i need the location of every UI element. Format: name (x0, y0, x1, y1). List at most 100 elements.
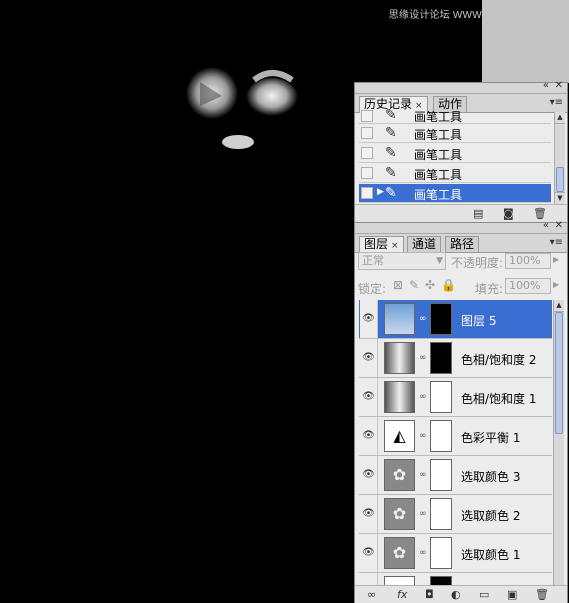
new-document-from-state-icon[interactable]: ▤ (473, 207, 483, 220)
group-folder-icon[interactable]: ▭ (479, 588, 489, 601)
tab-layers[interactable]: 图层 × (359, 236, 404, 253)
history-panel-titlebar[interactable]: « ✕ (355, 80, 567, 94)
chain-link-icon[interactable]: ∞ (419, 509, 427, 519)
tab-paths-label: 路径 (450, 237, 475, 251)
chain-link-icon[interactable]: ∞ (419, 470, 427, 480)
chain-link-icon[interactable]: ∞ (419, 314, 427, 324)
history-item-selected[interactable]: ▶ ✎ 画笔工具 (359, 184, 551, 203)
history-item[interactable]: ✎ 画笔工具 (359, 144, 551, 163)
adjustment-layer-icon[interactable]: ◐ (451, 588, 461, 601)
layer-row-selected[interactable]: 👁 ∞ 图层 5 (359, 300, 552, 339)
panel-menu-icon[interactable]: ▾≡ (550, 97, 563, 108)
layer-mask-thumbnail[interactable] (430, 381, 452, 413)
lock-position-icon[interactable]: ✣ (425, 278, 435, 292)
adjustment-thumbnail-selective-color-icon[interactable]: ✿ (384, 459, 415, 491)
panel-menu-icon[interactable]: ▾≡ (550, 237, 563, 248)
history-item[interactable]: ✎ 画笔工具 (359, 164, 551, 183)
brush-icon: ✎ (385, 145, 397, 161)
snapshot-source-box[interactable] (361, 187, 373, 199)
layer-mask-thumbnail[interactable] (430, 303, 452, 335)
new-layer-icon[interactable]: ▣ (507, 588, 517, 601)
adjustment-thumbnail-hue-icon[interactable] (384, 381, 415, 413)
tab-layers-label: 图层 (364, 237, 389, 251)
history-item-label: 画笔工具 (414, 128, 463, 142)
fill-label: 填充: (475, 282, 504, 296)
eye-icon[interactable]: 👁 (360, 300, 378, 338)
tab-channels[interactable]: 通道 (407, 236, 442, 252)
blend-mode-select[interactable]: 正常 ▼ (358, 252, 446, 270)
tab-paths[interactable]: 路径 (445, 236, 480, 252)
scroll-up-icon[interactable]: ▲ (554, 300, 564, 312)
close-icon[interactable]: ✕ (555, 80, 563, 91)
scrollbar-thumb[interactable] (556, 167, 564, 192)
lock-label: 锁定: (358, 282, 387, 296)
layer-thumbnail[interactable] (384, 303, 415, 335)
brush-icon: ✎ (385, 165, 397, 181)
layer-mask-thumbnail[interactable] (430, 459, 452, 491)
trash-icon[interactable]: 🗑 (533, 207, 547, 220)
close-icon[interactable]: ✕ (555, 220, 563, 231)
layers-panel-titlebar[interactable]: « ✕ (355, 220, 567, 234)
adjustment-thumbnail-selective-color-icon[interactable]: ✿ (384, 498, 415, 530)
layer-mask-thumbnail[interactable] (430, 498, 452, 530)
tab-close-icon[interactable]: × (391, 241, 399, 251)
layer-mask-thumbnail[interactable] (430, 342, 452, 374)
layer-row[interactable]: 👁 ✿ ∞ 选取颜色 1 (359, 534, 552, 573)
layer-row[interactable]: 👁 ∞ 色相/饱和度 1 (359, 378, 552, 417)
chain-link-icon[interactable]: ∞ (419, 392, 427, 402)
layer-row[interactable]: 👁 ∞ 色相/饱和度 2 (359, 339, 552, 378)
history-scrollbar[interactable]: ▲ ▼ (554, 112, 565, 205)
layer-mask-thumbnail[interactable] (430, 420, 452, 452)
lock-transparent-icon[interactable]: ⊠ (393, 278, 403, 292)
fill-field[interactable]: 100% (505, 278, 551, 294)
opacity-field[interactable]: 100% (505, 253, 551, 269)
layer-row[interactable]: 👁 ✿ ∞ 选取颜色 2 (359, 495, 552, 534)
layer-name[interactable]: 色彩平衡 1 (461, 429, 520, 446)
layer-name[interactable]: 选取颜色 2 (461, 507, 520, 524)
eye-icon[interactable]: 👁 (360, 495, 378, 533)
adjustment-thumbnail-selective-color-icon[interactable]: ✿ (384, 537, 415, 569)
snapshot-source-box[interactable] (361, 167, 373, 179)
layer-row[interactable]: 👁 ◭ ∞ 色彩平衡 1 (359, 417, 552, 456)
link-layers-icon[interactable]: ∞ (367, 588, 376, 601)
scroll-up-icon[interactable]: ▲ (555, 112, 565, 124)
scrollbar-thumb[interactable] (555, 312, 563, 434)
layer-name[interactable]: 图层 5 (461, 312, 496, 329)
layer-name[interactable]: 色相/饱和度 2 (461, 351, 537, 368)
history-item[interactable]: ✎ 画笔工具 (359, 107, 551, 124)
trash-icon[interactable]: 🗑 (535, 588, 549, 601)
layer-name[interactable]: 选取颜色 1 (461, 546, 520, 563)
collapse-icon[interactable]: « (543, 80, 549, 91)
blend-mode-value: 正常 (362, 254, 384, 267)
layer-name[interactable]: 色相/饱和度 1 (461, 390, 537, 407)
layer-mask-thumbnail[interactable] (430, 537, 452, 569)
fx-icon[interactable]: fx (397, 588, 407, 601)
eye-icon[interactable]: 👁 (360, 417, 378, 455)
layer-name[interactable]: 选取颜色 3 (461, 468, 520, 485)
layers-scrollbar[interactable]: ▲ (553, 300, 564, 586)
adjustment-thumbnail-hue-icon[interactable] (384, 342, 415, 374)
chain-link-icon[interactable]: ∞ (419, 353, 427, 363)
adjustment-thumbnail-balance-icon[interactable]: ◭ (384, 420, 415, 452)
layers-panel: « ✕ 图层 × 通道 路径 ▾≡ 正常 ▼ 不透明度: 100% ▶ 锁定: ⊠… (354, 220, 568, 603)
history-item[interactable]: ✎ 画笔工具 (359, 124, 551, 143)
lock-all-icon[interactable]: 🔒 (441, 278, 456, 292)
history-list: ✎ 画笔工具 ✎ 画笔工具 ✎ 画笔工具 ✎ 画笔工具 ▶ ✎ 画笔工具 (355, 107, 569, 206)
opacity-dropdown-icon[interactable]: ▶ (553, 255, 559, 264)
brush-icon: ✎ (385, 125, 397, 141)
collapse-icon[interactable]: « (543, 220, 549, 231)
snapshot-source-box[interactable] (361, 110, 373, 122)
add-mask-icon[interactable]: ◘ (425, 588, 434, 601)
eye-icon[interactable]: 👁 (360, 378, 378, 416)
eye-icon[interactable]: 👁 (360, 534, 378, 572)
lock-image-icon[interactable]: ✎ (409, 278, 419, 292)
camera-snapshot-icon[interactable]: ◙ (503, 207, 514, 220)
eye-icon[interactable]: 👁 (360, 456, 378, 494)
chain-link-icon[interactable]: ∞ (419, 431, 427, 441)
fill-dropdown-icon[interactable]: ▶ (553, 280, 559, 289)
eye-icon[interactable]: 👁 (360, 339, 378, 377)
snapshot-source-box[interactable] (361, 147, 373, 159)
snapshot-source-box[interactable] (361, 127, 373, 139)
layer-row[interactable]: 👁 ✿ ∞ 选取颜色 3 (359, 456, 552, 495)
chain-link-icon[interactable]: ∞ (419, 548, 427, 558)
